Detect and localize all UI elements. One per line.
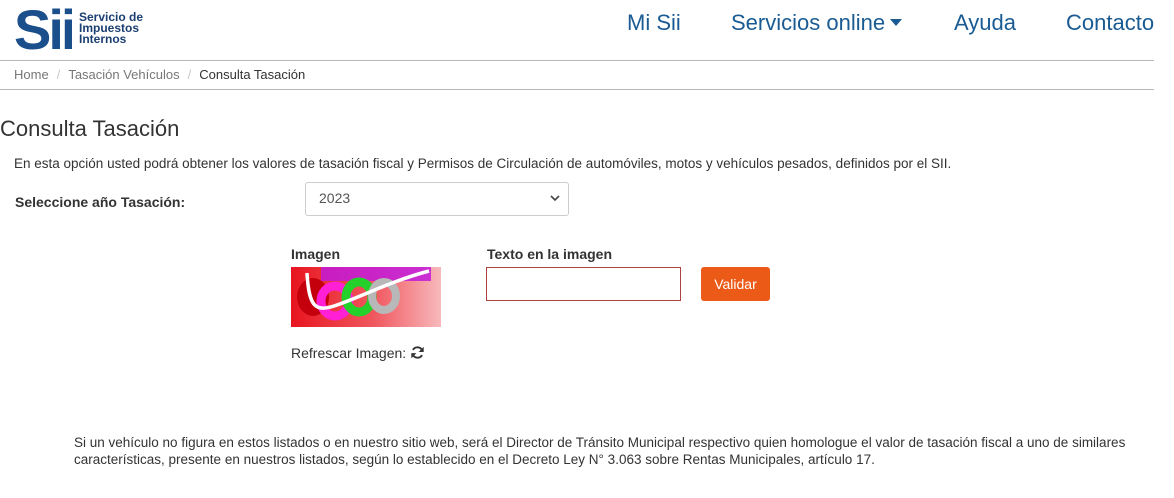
page-title: Consulta Tasación — [0, 116, 180, 141]
breadcrumb-current: Consulta Tasación — [199, 67, 306, 82]
nav-servicios-online-label: Servicios online — [731, 10, 886, 35]
year-select[interactable]: 2023 — [305, 182, 569, 216]
nav-contacto[interactable]: Contacto — [1066, 10, 1154, 36]
refresh-captcha-link[interactable]: Refrescar Imagen: — [291, 345, 425, 361]
chevron-down-icon — [550, 195, 560, 202]
logo-mark-text: Sii — [14, 3, 72, 51]
sii-logo-mark: Sii — [14, 3, 72, 51]
breadcrumb-separator: / — [187, 67, 192, 82]
footer-note: Si un vehículo no figura en estos listad… — [74, 435, 1126, 467]
year-select-value: 2023 — [319, 190, 351, 206]
logo-line-3: Internos — [79, 32, 127, 46]
validate-button[interactable]: Validar — [701, 267, 770, 301]
year-select-label: Seleccione año Tasación: — [15, 194, 186, 210]
breadcrumb-divider — [0, 89, 1154, 90]
refresh-captcha-label: Refrescar Imagen: — [291, 345, 407, 361]
breadcrumb-home[interactable]: Home — [14, 67, 49, 82]
captcha-image-label: Imagen — [291, 246, 341, 262]
nav-ayuda[interactable]: Ayuda — [954, 10, 1016, 36]
nav-mi-sii[interactable]: Mi Sii — [627, 10, 681, 36]
intro-text: En esta opción usted podrá obtener los v… — [14, 156, 952, 171]
captcha-image — [291, 267, 441, 327]
breadcrumb-separator: / — [56, 67, 61, 82]
header-divider — [0, 60, 1154, 61]
captcha-text-input[interactable] — [486, 267, 681, 301]
captcha-text-label: Texto en la imagen — [487, 246, 612, 262]
caret-down-icon — [890, 18, 903, 26]
breadcrumb-tasacion-vehiculos[interactable]: Tasación Vehículos — [68, 67, 179, 82]
nav-servicios-online[interactable]: Servicios online — [731, 10, 903, 36]
site-header: Sii Servicio de Impuestos Internos Mi Si… — [0, 0, 1174, 60]
refresh-icon[interactable] — [410, 345, 425, 360]
logo-text: Servicio de Impuestos Internos — [79, 11, 169, 46]
breadcrumb: Home / Tasación Vehículos / Consulta Tasació… — [14, 67, 305, 82]
